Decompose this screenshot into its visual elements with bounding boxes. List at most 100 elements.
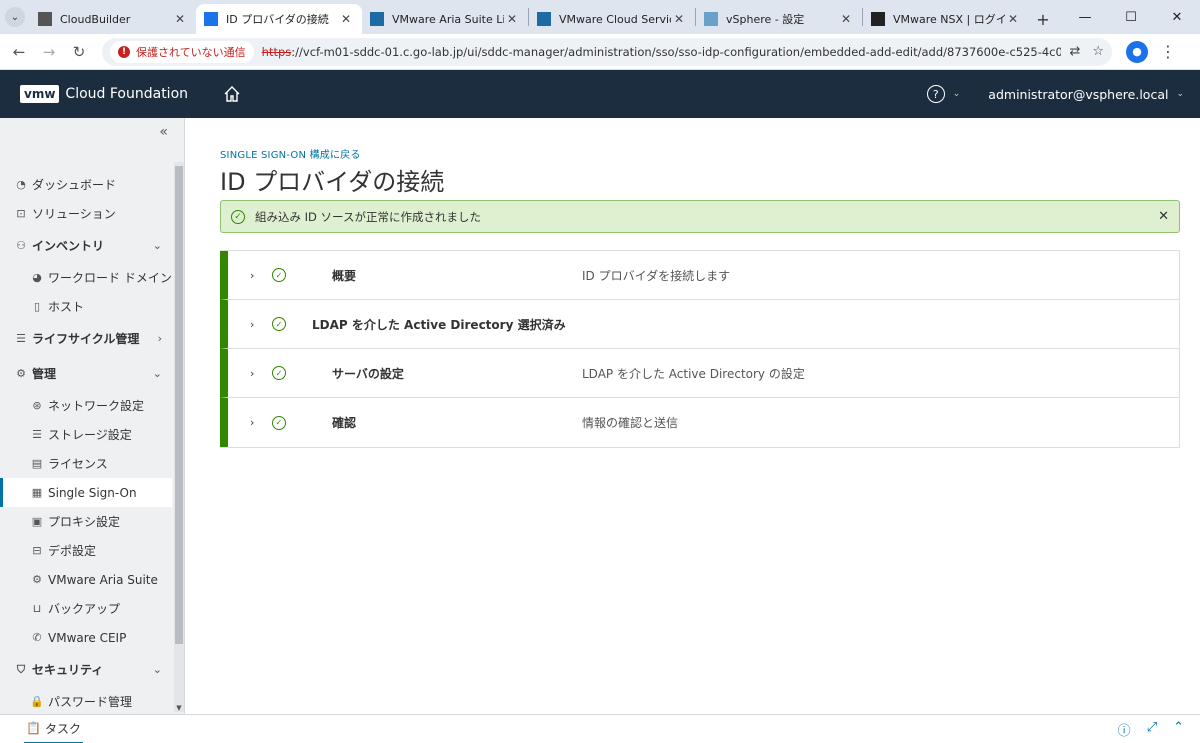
sidebar-item-16[interactable]: ⛉ セキュリティ ⌄	[0, 652, 172, 687]
expand-chevron-icon[interactable]: ›	[250, 367, 254, 380]
sidebar-item-1[interactable]: ⊡ ソリューション	[0, 199, 172, 228]
help-chevron-down-icon[interactable]: ⌄	[953, 89, 961, 99]
ceip-icon: ✆	[32, 631, 42, 644]
chevron-down-icon[interactable]: ⌄	[153, 367, 162, 380]
chevron-up-icon[interactable]: ⌃	[1173, 720, 1184, 739]
sidebar-item-label: VMware Aria Suite	[48, 572, 158, 587]
url-input[interactable]: ! 保護されていない通信 https ://vcf-m01-sddc-01.c.…	[102, 37, 1112, 66]
sidebar-item-15[interactable]: ✆ VMware CEIP	[0, 623, 172, 652]
translate-icon[interactable]: ⇄	[1069, 44, 1080, 59]
tab-label: VMware Cloud Services	[559, 12, 671, 26]
sidebar-item-2[interactable]: ⚇ インベントリ ⌄	[0, 228, 172, 263]
browser-menu-icon[interactable]: ⋮	[1160, 42, 1176, 61]
clipboard-icon: 📋	[26, 721, 41, 735]
proxy-icon: ▣	[31, 515, 43, 528]
close-alert-icon[interactable]: ✕	[1158, 209, 1169, 224]
backup-icon: ⊔	[32, 602, 42, 615]
step-description: LDAP を介した Active Directory の設定	[582, 366, 805, 381]
home-icon[interactable]	[222, 84, 242, 104]
app-header: vmw Cloud Foundation ? ⌄ administrator@v…	[0, 70, 1200, 118]
tab-label: vSphere - 設定	[726, 13, 805, 26]
wizard-step-3[interactable]: › ✓ 確認 情報の確認と送信	[220, 398, 1179, 447]
minimize-button[interactable]: —	[1062, 0, 1108, 34]
sidebar-item-label: ネットワーク設定	[48, 399, 145, 413]
scrollbar-thumb[interactable]	[175, 166, 183, 644]
help-icon[interactable]: ?	[926, 85, 945, 103]
back-button[interactable]: ←	[4, 37, 34, 67]
user-menu[interactable]: administrator@vsphere.local	[988, 87, 1168, 102]
tab-favicon-icon	[537, 12, 551, 26]
wizard-step-1[interactable]: › ✓ LDAP を介した Active Directory 選択済み	[220, 300, 1179, 349]
sidebar-item-label: インベントリ	[32, 239, 105, 253]
browser-tab-5[interactable]: VMware NSX | ログイン✕	[863, 4, 1029, 34]
sidebar-item-13[interactable]: ⚙ VMware Aria Suite	[0, 565, 172, 594]
chevron-down-icon[interactable]: ⌄	[153, 239, 162, 252]
wizard-step-2[interactable]: › ✓ サーバの設定 LDAP を介した Active Directory の設定	[220, 349, 1179, 398]
sidebar-item-9[interactable]: ▤ ライセンス	[0, 449, 172, 478]
sidebar-item-11[interactable]: ▣ プロキシ設定	[0, 507, 172, 536]
chevron-down-icon[interactable]: ⌄	[153, 663, 162, 676]
forward-button[interactable]: →	[34, 37, 64, 67]
browser-tab-3[interactable]: VMware Cloud Services✕	[529, 4, 695, 34]
tab-close-icon[interactable]: ✕	[338, 12, 354, 26]
scroll-down-arrow-icon[interactable]: ▼	[174, 704, 184, 712]
browser-tab-2[interactable]: VMware Aria Suite Lifecyc✕	[362, 4, 528, 34]
tab-close-icon[interactable]: ✕	[1005, 12, 1021, 26]
sidebar-item-17[interactable]: 🔒 パスワード管理	[0, 687, 172, 714]
task-help-icon[interactable]: ⓘ	[1118, 720, 1131, 739]
step-title: 確認	[332, 416, 357, 430]
step-complete-check-icon: ✓	[272, 415, 286, 430]
expand-chevron-icon[interactable]: ›	[250, 318, 254, 331]
bookmark-star-icon[interactable]: ☆	[1092, 44, 1104, 59]
step-title: サーバの設定	[332, 366, 404, 381]
tab-close-icon[interactable]: ✕	[172, 12, 188, 26]
expand-chevron-icon[interactable]: ›	[250, 416, 254, 429]
expand-icon[interactable]: ⤢	[1147, 720, 1157, 739]
warning-icon: !	[118, 45, 130, 58]
step-complete-check-icon: ✓	[272, 268, 286, 282]
sidebar-item-12[interactable]: ⊟ デポ設定	[0, 536, 172, 565]
sidebar-item-5[interactable]: ☰ ライフサイクル管理 ›	[0, 321, 172, 356]
storage-icon: ☰	[32, 428, 42, 441]
tab-close-icon[interactable]: ✕	[504, 12, 520, 26]
browser-tab-4[interactable]: vSphere - 設定 ✕	[696, 4, 862, 34]
sidebar-item-4[interactable]: ▯ ホスト	[0, 292, 172, 321]
reload-button[interactable]: ↻	[64, 37, 94, 67]
tab-search-button[interactable]: ⌄	[0, 0, 30, 34]
network-icon: ⊛	[32, 399, 42, 412]
tasks-button[interactable]: 📋 タスク	[24, 715, 83, 743]
sidebar-item-label: セキュリティ	[32, 663, 104, 677]
back-to-sso-link[interactable]: SINGLE SIGN-ON 構成に戻る	[220, 146, 361, 161]
sidebar-scrollbar[interactable]: ▼	[174, 162, 184, 712]
security-chip[interactable]: ! 保護されていない通信	[110, 40, 254, 63]
collapse-sidebar-icon[interactable]: «	[159, 124, 168, 140]
url-scheme: https	[261, 44, 292, 59]
browser-tab-1[interactable]: ID プロバイダの接続 ✕	[196, 4, 362, 34]
profile-avatar[interactable]: ●	[1126, 40, 1148, 63]
sidebar-item-0[interactable]: ◔ ダッシュボード	[0, 170, 172, 199]
success-check-icon: ✓	[231, 209, 245, 224]
tab-close-icon[interactable]: ✕	[838, 12, 854, 26]
chevron-right-icon[interactable]: ›	[158, 332, 162, 345]
sidebar: « ◔ ダッシュボード ⊡ ソリューション ⚇ インベントリ ⌄ ◕ ワークロード ドメイン ▯ ホ…	[0, 118, 185, 714]
sidebar-item-label: ライセンス	[48, 457, 108, 471]
wizard-step-0[interactable]: › ✓ 概要 ID プロバイダを接続します	[220, 251, 1179, 300]
address-bar: ← → ↻ ! 保護されていない通信 https ://vcf-m01-sddc…	[0, 34, 1200, 70]
sidebar-item-3[interactable]: ◕ ワークロード ドメイン	[0, 263, 172, 292]
sidebar-item-7[interactable]: ⊛ ネットワーク設定	[0, 391, 172, 420]
tab-close-icon[interactable]: ✕	[671, 12, 687, 26]
browser-tab-0[interactable]: CloudBuilder ✕	[30, 4, 196, 34]
sidebar-item-6[interactable]: ⚙ 管理 ⌄	[0, 356, 172, 391]
sidebar-item-8[interactable]: ☰ ストレージ設定	[0, 420, 172, 449]
inventory-icon: ⚇	[16, 239, 26, 252]
user-chevron-down-icon[interactable]: ⌄	[1176, 89, 1184, 99]
expand-chevron-icon[interactable]: ›	[250, 269, 254, 282]
host-icon: ▯	[33, 300, 41, 313]
new-tab-button[interactable]: +	[1029, 4, 1057, 34]
sidebar-item-10[interactable]: ▦ Single Sign-On	[0, 478, 172, 507]
sidebar-item-14[interactable]: ⊔ バックアップ	[0, 594, 172, 623]
sidebar-item-label: ワークロード ドメイン	[48, 271, 172, 285]
close-window-button[interactable]: ✕	[1154, 0, 1200, 34]
maximize-button[interactable]: ☐	[1108, 0, 1154, 34]
lock-icon: 🔒	[30, 695, 44, 708]
